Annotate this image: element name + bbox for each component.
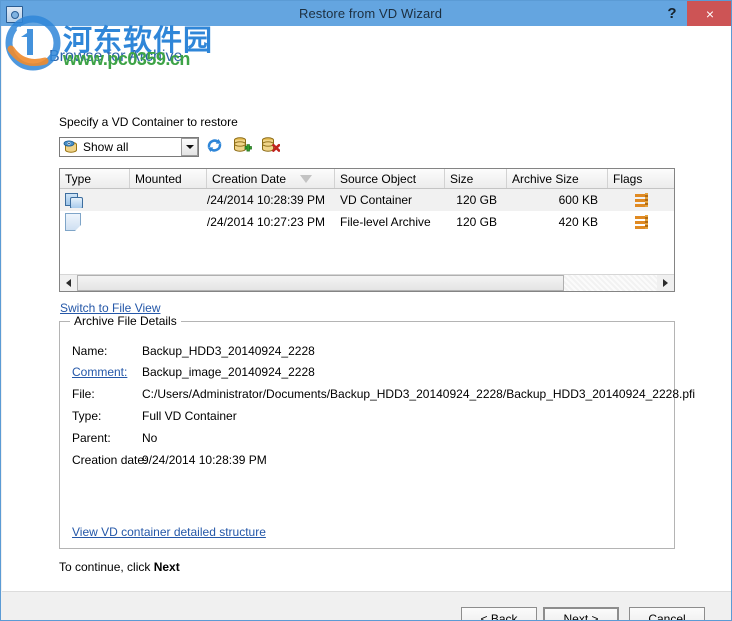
column-header-size[interactable]: Size — [445, 169, 507, 188]
button-bar: < Back Next > Cancel — [2, 591, 731, 620]
detail-label: File: — [72, 387, 95, 401]
client-area: Browse for Archive Specify a VD Containe… — [2, 26, 731, 620]
help-button[interactable]: ? — [657, 1, 687, 26]
column-header-flags[interactable]: Flags — [608, 169, 674, 188]
refresh-icon[interactable] — [205, 136, 224, 155]
cell-flags — [608, 214, 674, 230]
cell-source-object: File-level Archive — [340, 215, 431, 229]
archive-flag-icon — [634, 192, 648, 208]
horizontal-scrollbar[interactable] — [60, 274, 674, 291]
detail-value: Backup_HDD3_20140924_2228 — [142, 344, 315, 358]
sort-descending-icon — [300, 174, 313, 183]
window-title: Restore from VD Wizard — [298, 6, 443, 21]
archive-list[interactable]: Type Mounted Creation Date Source Object… — [59, 168, 675, 292]
next-button[interactable]: Next > — [543, 607, 619, 620]
cell-flags — [608, 192, 674, 208]
cell-size: 120 GB — [456, 193, 497, 207]
close-button[interactable]: × — [687, 1, 731, 26]
back-button[interactable]: < Back — [461, 607, 537, 620]
comment-link[interactable]: Comment: — [72, 365, 127, 379]
vd-container-icon — [65, 192, 83, 208]
column-header-type[interactable]: Type — [60, 169, 130, 188]
file-archive-icon — [65, 213, 81, 231]
detail-value: Full VD Container — [142, 409, 237, 423]
continue-hint: To continue, click Next — [59, 560, 180, 574]
table-row[interactable]: 9/24/2014 10:28:39 PM VD Container 120 G… — [60, 189, 674, 211]
chevron-down-icon[interactable] — [181, 138, 198, 156]
database-eye-icon — [63, 140, 79, 154]
detail-value: No — [142, 431, 158, 445]
detail-value: 9/24/2014 10:28:39 PM — [142, 453, 267, 467]
cell-archive-size: 600 KB — [558, 193, 598, 207]
cell-type — [60, 192, 130, 208]
column-header-mounted[interactable]: Mounted — [130, 169, 207, 188]
cell-type — [60, 213, 130, 231]
cell-creation-date: 9/24/2014 10:28:39 PM — [207, 193, 325, 207]
restore-wizard-window: Restore from VD Wizard ? × Browse for Ar… — [0, 0, 732, 621]
remove-archive-icon[interactable] — [261, 136, 281, 155]
scrollbar-thumb[interactable] — [77, 275, 565, 291]
disk-icon — [4, 5, 24, 23]
detail-value: Backup_image_20140924_2228 — [142, 365, 315, 379]
column-header-source-object[interactable]: Source Object — [335, 169, 445, 188]
switch-to-file-view-link[interactable]: Switch to File View — [60, 301, 160, 315]
specify-label: Specify a VD Container to restore — [59, 115, 238, 129]
archive-toolbar — [205, 136, 281, 155]
cell-source-object: VD Container — [340, 193, 413, 207]
detail-label: Creation date: — [72, 453, 148, 467]
cancel-button[interactable]: Cancel — [629, 607, 705, 620]
scroll-right-button[interactable] — [657, 275, 674, 291]
page-title: Browse for Archive — [49, 48, 183, 65]
title-bar: Restore from VD Wizard ? × — [1, 1, 731, 26]
detail-label: Type: — [72, 409, 102, 423]
view-structure-link[interactable]: View VD container detailed structure — [72, 525, 266, 539]
group-title: Archive File Details — [70, 314, 181, 328]
archive-flag-icon — [634, 214, 648, 230]
cell-archive-size: 420 KB — [558, 215, 598, 229]
continue-bold: Next — [153, 560, 180, 574]
filter-combobox[interactable]: Show all — [59, 137, 199, 157]
column-header-archive-size[interactable]: Archive Size — [507, 169, 608, 188]
detail-value: C:/Users/Administrator/Documents/Backup_… — [142, 387, 696, 401]
column-header-creation-date[interactable]: Creation Date — [207, 169, 335, 188]
detail-label: Name: — [72, 344, 108, 358]
table-row[interactable]: 9/24/2014 10:27:23 PM File-level Archive… — [60, 211, 674, 233]
scrollbar-track[interactable] — [77, 275, 657, 291]
list-body: 9/24/2014 10:28:39 PM VD Container 120 G… — [60, 189, 674, 233]
cell-size: 120 GB — [456, 215, 497, 229]
cell-creation-date: 9/24/2014 10:27:23 PM — [207, 215, 325, 229]
list-header-row: Type Mounted Creation Date Source Object… — [60, 169, 674, 189]
detail-label: Parent: — [72, 431, 111, 445]
scroll-left-button[interactable] — [60, 275, 77, 291]
add-archive-icon[interactable] — [233, 136, 252, 155]
filter-selected-value: Show all — [83, 140, 129, 154]
continue-prefix: To continue, click — [59, 560, 154, 574]
